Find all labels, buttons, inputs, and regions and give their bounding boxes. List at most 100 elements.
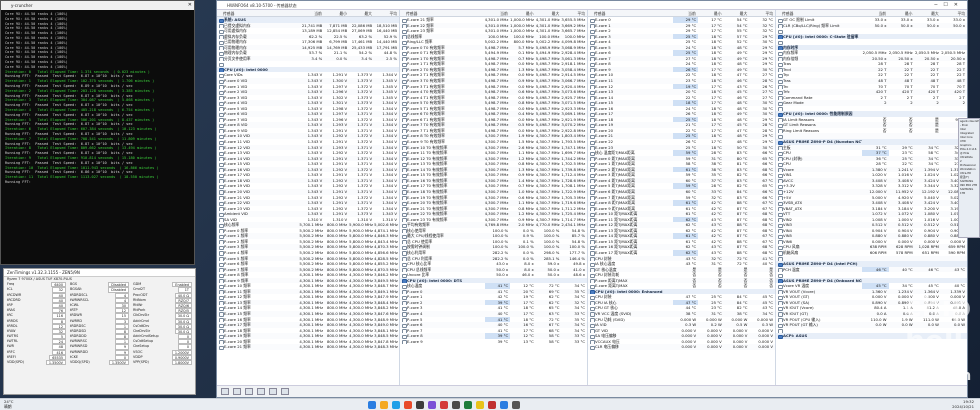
column-header: 传感器 当前 最小 最大 平均: [588, 10, 775, 17]
watermark-url: www.chiphell.com: [828, 368, 972, 384]
sensor-value: 13 °C: [523, 338, 534, 344]
zentimings-footer: VDD(SPD) 1.3500V VDDQ(SPD) 1.3500V VPP(SPD) 1…: [4, 360, 195, 366]
side-info-line: agent.cdev.GPU - Proxi: [960, 120, 980, 127]
voltage-label: VPP(SPD): [133, 360, 149, 364]
side-info-line: Intel Integrated: [960, 128, 974, 135]
sensor-value: 0.000 V: [681, 344, 697, 350]
side-info-line: 2 Professional Workstation: [960, 160, 976, 171]
column-header-cell[interactable]: 最大: [914, 10, 940, 16]
column-header-cell[interactable]: 最大: [349, 10, 374, 16]
sensor-pane-2[interactable]: 传感器 当前 最小 最大 平均 E-core 21 频率 4,301.0 MHz 1,000.…: [400, 10, 588, 386]
side-info-line: SAMSUNG 1TB: [960, 188, 974, 195]
weather-desc: 晴朗: [4, 403, 12, 409]
sensor-name: ACPI: ASUS: [776, 333, 862, 339]
sensor-name: CLR 电压偏移: [588, 344, 673, 350]
close-icon[interactable]: [281, 388, 289, 395]
sensor-value: 58 °C: [548, 338, 560, 344]
taskbar-app-icon[interactable]: [500, 400, 508, 409]
window-controls[interactable]: ─☐✕: [934, 1, 964, 10]
column-header-cell[interactable]: 最小: [324, 10, 349, 16]
column-header-cell[interactable]: 平均: [941, 10, 967, 16]
voltage-label: VDDQ(SPD): [70, 360, 90, 364]
hwinfo-title: HWiNFO64 v8.10-5700 - 传感器状态: [227, 3, 297, 8]
terminal-window[interactable]: y-cruncher ✕ Core 9X: 44.50 ranks 4 (100…: [0, 0, 195, 265]
terminal-titlebar[interactable]: y-cruncher ✕: [1, 1, 194, 10]
voltage-cell: VDDQ(SPD) 1.3500V: [70, 360, 129, 366]
taskbar-app-icon[interactable]: [476, 400, 484, 409]
clock-icon[interactable]: [245, 388, 253, 395]
sensor-name: E-core 21 频率: [217, 344, 299, 350]
side-info-panel: agent.cdev.GPU - Proxi Intel Integrated In…: [958, 118, 980, 238]
column-header-cell[interactable]: 最小: [698, 10, 724, 16]
column-header-cell[interactable]: 最小: [888, 10, 914, 16]
taskbar-app-icon[interactable]: [392, 400, 400, 409]
taskbar-app-icon[interactable]: [368, 400, 376, 409]
hwinfo-titlebar[interactable]: HWiNFO64 v8.10-5700 - 传感器状态 ─☐✕: [217, 1, 967, 10]
weather-widget[interactable]: 24°C 晴朗: [4, 399, 13, 409]
taskbar-icons: [368, 400, 520, 409]
terminal-title: y-cruncher: [11, 3, 33, 8]
nav-back-icon[interactable]: [221, 388, 229, 395]
nav-forward-icon[interactable]: [233, 388, 241, 395]
sensor-row[interactable]: E-core 9 39 °C 13 °C 58 °C 33 °C: [400, 339, 587, 345]
taskbar-app-icon[interactable]: [416, 400, 424, 409]
column-header-cell[interactable]: 传感器: [400, 10, 484, 16]
sensor-value: 4,300.0 MHz: [349, 344, 373, 350]
column-header-cell[interactable]: 平均: [561, 10, 587, 16]
system-tray-clock[interactable]: 19:32 2024/10/21: [952, 399, 974, 410]
voltage-cell: VPP(SPD) 1.8000V: [133, 360, 192, 366]
sensor-value: 3,848.3 MHz: [374, 344, 398, 350]
column-header: 传感器 当前 最小 最大 平均: [776, 10, 967, 17]
column-header-cell[interactable]: 当前: [299, 10, 324, 16]
sensor-row[interactable]: CLR 电压偏移 0.000 V 0.000 V 0.000 V 0.000 V: [588, 344, 775, 350]
reset-icon[interactable]: [269, 388, 277, 395]
sensor-value: 0.000 V: [732, 344, 748, 350]
taskbar: 24°C 晴朗 19:32 2024/10/21: [0, 398, 980, 410]
sensor-value: 33 °C: [574, 338, 585, 344]
settings-icon[interactable]: [257, 388, 265, 395]
sensor-pane-1[interactable]: 传感器 当前 最小 最大 平均 系统: ASUS 已提交虚拟内存 21,741 MB 7,871…: [217, 10, 400, 386]
zentimings-window[interactable]: ZenTimings v1.32.3.1155 - ZEN5/9N Ryzen …: [3, 268, 196, 395]
column-header-cell[interactable]: 最大: [536, 10, 562, 16]
sensor-value: 4,300.1 MHz: [299, 344, 324, 350]
close-icon[interactable]: ✕: [188, 1, 192, 10]
column-header-cell[interactable]: 平均: [749, 10, 775, 16]
sensor-name: E-core 9: [400, 339, 485, 345]
taskbar-app-icon[interactable]: [452, 400, 460, 409]
column-header-cell[interactable]: 传感器: [776, 10, 862, 16]
side-info-line: PCIe 4.0 x16 @ PCIe: [960, 148, 977, 155]
column-header-cell[interactable]: 最大: [724, 10, 750, 16]
sensor-value: 0.000 V: [758, 344, 773, 350]
column-header-cell[interactable]: 当前: [672, 10, 698, 16]
hwinfo-window[interactable]: HWiNFO64 v8.10-5700 - 传感器状态 ─☐✕ 传感器 当前 最小最…: [216, 0, 968, 398]
side-info-line: SAMSUNG 990 PRO 2TB: [960, 180, 978, 187]
voltage-value: 1.3500V: [45, 360, 66, 366]
taskbar-app-icon[interactable]: [512, 400, 520, 409]
column-header-cell[interactable]: 传感器: [588, 10, 672, 16]
column-header-cell[interactable]: 当前: [862, 10, 888, 16]
hwinfo-statusbar: [217, 385, 967, 397]
sensor-pane-3[interactable]: 传感器 当前 最小 最大 平均 E-core 0 29 °C 17 °C 54 °C 32 °C E…: [588, 10, 776, 386]
zentimings-title: ZenTimings v1.32.3.1155 - ZEN5/9N: [4, 269, 195, 277]
taskbar-app-icon[interactable]: [464, 400, 472, 409]
taskbar-app-icon[interactable]: [404, 400, 412, 409]
sensor-value: [862, 333, 888, 339]
sensor-value: 800.0 MHz: [326, 344, 348, 350]
taskbar-app-icon[interactable]: [428, 400, 436, 409]
watermark-logo: chip hell: [905, 290, 972, 362]
column-header-cell[interactable]: 传感器: [217, 10, 299, 16]
column-header-cell[interactable]: 最小: [510, 10, 536, 16]
taskbar-app-icon[interactable]: [380, 400, 388, 409]
taskbar-app-icon[interactable]: [488, 400, 496, 409]
column-header: 传感器 当前 最小 最大 平均: [400, 10, 587, 17]
sensor-row[interactable]: E-core 21 频率 4,300.1 MHz 800.0 MHz 4,300.0 …: [217, 344, 399, 350]
column-header-cell[interactable]: 当前: [484, 10, 510, 16]
sensor-value: 0.000 V: [707, 344, 722, 350]
desktop: y-cruncher ✕ Core 9X: 44.50 ranks 4 (100…: [0, 0, 980, 410]
side-info-line: UHD Graphics: [960, 140, 972, 147]
terminal-output: Core 9X: 44.50 ranks 4 (100%) Core 9X: 44…: [1, 10, 194, 264]
watermark-logo-text: chip hell: [905, 290, 972, 357]
voltage-value: 1.8000V: [171, 360, 192, 366]
column-header-cell[interactable]: 平均: [374, 10, 399, 16]
taskbar-app-icon[interactable]: [440, 400, 448, 409]
